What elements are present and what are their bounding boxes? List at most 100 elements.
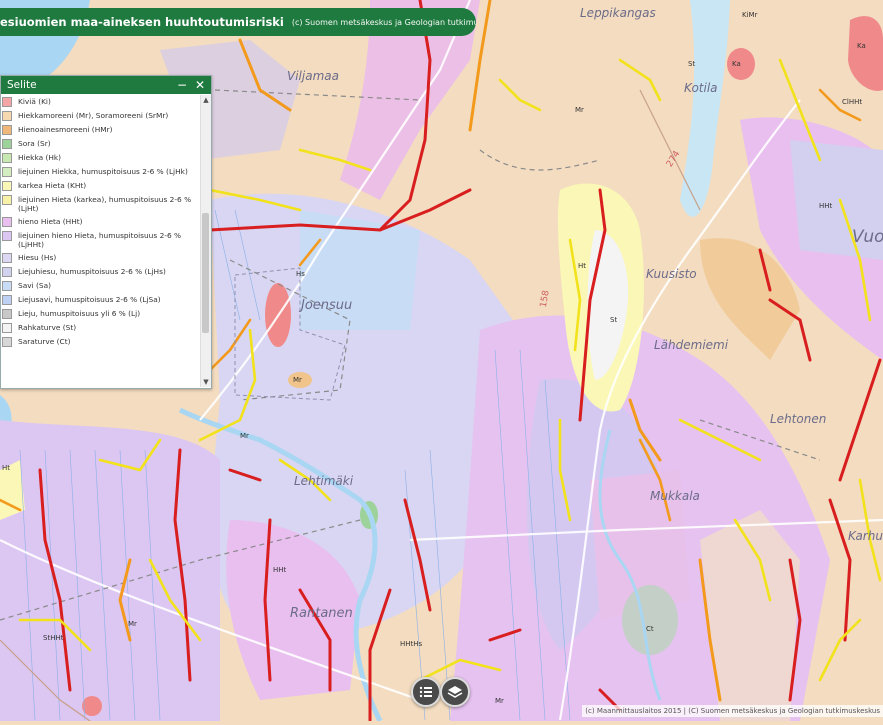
legend-swatch (2, 253, 12, 263)
place-label: Lehtimäki (294, 474, 354, 488)
soil-code: HHt (819, 202, 833, 210)
legend-swatch (2, 195, 12, 205)
legend-item: Hiekkamoreeni (Mr), Soramoreeni (SrMr) (1, 109, 199, 123)
list-icon (419, 686, 432, 698)
legend-label: liejuinen hieno Hieta, humuspitoisuus 2-… (18, 231, 182, 249)
legend-swatch (2, 337, 12, 347)
layers-button[interactable] (440, 677, 470, 707)
soil-code: Mr (495, 697, 504, 705)
legend-swatch (2, 217, 12, 227)
layers-icon (447, 686, 463, 698)
soil-code: Hs (296, 270, 305, 278)
legend-item: hieno Hieta (HHt) (1, 215, 199, 229)
place-label: Viljamaa (287, 69, 339, 83)
soil-code: Ka (732, 60, 741, 68)
scroll-down-icon[interactable]: ▼ (201, 377, 211, 387)
soil-code: St (688, 60, 695, 68)
legend-swatch (2, 97, 12, 107)
legend-swatch (2, 309, 12, 319)
legend-swatch (2, 111, 12, 121)
legend-swatch (2, 323, 12, 333)
app-title: esiuomien maa-aineksen huuhtoutumisriski (0, 15, 284, 29)
place-label: Lähdemiemi (654, 338, 729, 352)
soil-code: Mr (240, 432, 249, 440)
soil-code: Mr (128, 620, 137, 628)
legend-label: Kiviä (Ki) (18, 97, 51, 106)
legend-scrollbar[interactable]: ▲ ▼ (200, 95, 211, 387)
legend-item: Savi (Sa) (1, 279, 199, 293)
place-label: Kuusisto (646, 267, 697, 281)
place-label: Karhu (848, 529, 883, 543)
legend-panel: Selite − ✕ Kiviä (Ki) Hiekkamoreeni (Mr),… (0, 75, 212, 389)
place-label: Vuo (852, 227, 883, 247)
legend-label: Hiekka (Hk) (18, 153, 62, 162)
legend-swatch (2, 153, 12, 163)
legend-item: Hiekka (Hk) (1, 151, 199, 165)
map-attribution: (c) Maanmittauslaitos 2015 | (C) Suomen … (582, 705, 883, 717)
legend-title: Selite (7, 79, 37, 91)
legend-label: Rahkaturve (St) (18, 323, 77, 332)
legend-header[interactable]: Selite − ✕ (1, 76, 211, 94)
place-label: Mukkala (650, 489, 700, 503)
legend-label: Hienoainesmoreeni (HMr) (18, 125, 113, 134)
legend-label: Lieju, humuspitoisuus yli 6 % (Lj) (18, 309, 141, 318)
legend-swatch (2, 181, 12, 191)
legend-label: Liejuhiesu, humuspitoisuus 2-6 % (LjHs) (18, 267, 166, 276)
scroll-up-icon[interactable]: ▲ (201, 95, 211, 105)
legend-list: Kiviä (Ki) Hiekkamoreeni (Mr), Soramoreen… (1, 95, 199, 387)
soil-code: Ct (646, 625, 654, 633)
legend-label: Sora (Sr) (18, 139, 51, 148)
soil-code: HHtHs (400, 640, 423, 648)
legend-item: Rahkaturve (St) (1, 321, 199, 335)
minimize-icon[interactable]: − (173, 76, 191, 94)
legend-swatch (2, 125, 12, 135)
legend-swatch (2, 231, 12, 241)
legend-item: Hienoainesmoreeni (HMr) (1, 123, 199, 137)
legend-item: liejuinen hieno Hieta, humuspitoisuus 2-… (1, 229, 199, 251)
soil-code: Mr (575, 106, 584, 114)
legend-item: Kiviä (Ki) (1, 95, 199, 109)
title-credit: (c) Suomen metsäkeskus ja Geologian tutk… (291, 17, 476, 27)
legend-toggle-button[interactable] (411, 677, 441, 707)
legend-item: Saraturve (Ct) (1, 335, 199, 349)
soil-code: Ht (578, 262, 586, 270)
legend-swatch (2, 295, 12, 305)
soil-code: St (610, 316, 617, 324)
legend-label: Hiesu (Hs) (18, 253, 57, 262)
legend-label: karkea Hieta (KHt) (18, 181, 87, 190)
legend-item: karkea Hieta (KHt) (1, 179, 199, 193)
soil-code: Mr (293, 376, 302, 384)
scroll-thumb[interactable] (202, 213, 209, 333)
legend-label: liejuinen Hiekka, humuspitoisuus 2-6 % (… (18, 167, 188, 176)
legend-swatch (2, 267, 12, 277)
place-label: Lehtonen (770, 412, 826, 426)
legend-item: Liejusavi, humuspitoisuus 2-6 % (LjSa) (1, 293, 199, 307)
legend-swatch (2, 139, 12, 149)
legend-item: Lieju, humuspitoisuus yli 6 % (Lj) (1, 307, 199, 321)
legend-item: Sora (Sr) (1, 137, 199, 151)
legend-swatch (2, 167, 12, 177)
legend-label: Savi (Sa) (18, 281, 51, 290)
place-label: Joensuu (298, 298, 352, 313)
legend-item: Hiesu (Hs) (1, 251, 199, 265)
soil-code: KiMr (742, 11, 758, 19)
legend-swatch (2, 281, 12, 291)
app-title-bar: esiuomien maa-aineksen huuhtoutumisriski… (0, 8, 476, 36)
legend-label: liejuinen Hieta (karkea), humuspitoisuus… (18, 195, 192, 213)
legend-label: hieno Hieta (HHt) (18, 217, 83, 226)
soil-code: HHt (273, 566, 287, 574)
place-label: Rantanen (290, 606, 353, 621)
legend-item: liejuinen Hieta (karkea), humuspitoisuus… (1, 193, 199, 215)
soil-code: Ht (2, 464, 10, 472)
legend-item: Liejuhiesu, humuspitoisuus 2-6 % (LjHs) (1, 265, 199, 279)
soil-code: ClHHt (842, 98, 862, 106)
place-label: Leppikangas (580, 6, 656, 20)
close-icon[interactable]: ✕ (191, 76, 209, 94)
legend-item: liejuinen Hiekka, humuspitoisuus 2-6 % (… (1, 165, 199, 179)
place-label: Kotila (684, 81, 718, 95)
soil-code: Ka (857, 42, 866, 50)
legend-label: Liejusavi, humuspitoisuus 2-6 % (LjSa) (18, 295, 161, 304)
soil-code: StHHt (43, 634, 64, 642)
legend-label: Saraturve (Ct) (18, 337, 71, 346)
legend-label: Hiekkamoreeni (Mr), Soramoreeni (SrMr) (18, 111, 169, 120)
